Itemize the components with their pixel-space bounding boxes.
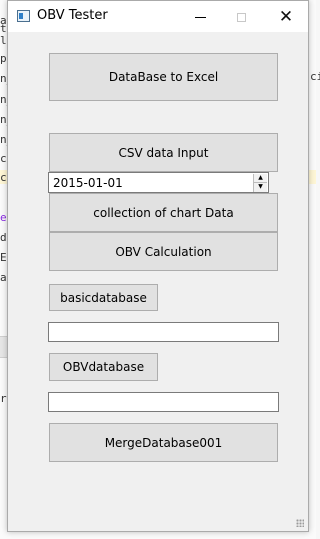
date-spinner[interactable]: ▲ ▼ <box>253 174 267 192</box>
spin-up-icon[interactable]: ▲ <box>254 174 267 183</box>
minimize-icon <box>194 16 206 18</box>
maximize-button <box>221 4 261 30</box>
resize-grip-icon[interactable] <box>296 519 304 527</box>
spin-down-icon[interactable]: ▼ <box>254 183 267 191</box>
title-bar[interactable]: OBV Tester ✕ <box>8 1 308 32</box>
obvdatabase-field[interactable] <box>48 392 279 412</box>
basicdatabase-button[interactable]: basicdatabase <box>49 284 158 311</box>
app-window-icon <box>17 10 30 22</box>
minimize-button[interactable] <box>180 4 220 30</box>
window-title: OBV Tester <box>37 8 108 23</box>
close-button[interactable]: ✕ <box>266 4 306 30</box>
mergedatabase001-button[interactable]: MergeDatabase001 <box>49 423 278 462</box>
obvdatabase-button[interactable]: OBVdatabase <box>49 353 158 381</box>
background-code-fragment: ci <box>310 70 320 83</box>
maximize-icon <box>236 12 246 22</box>
collection-of-chart-data-button[interactable]: collection of chart Data <box>49 193 278 232</box>
csv-data-input-button[interactable]: CSV data Input <box>49 133 278 172</box>
start-date-value: 2015-01-01 <box>53 176 123 190</box>
start-date-picker[interactable]: 2015-01-01 ▲ ▼ <box>48 172 269 193</box>
close-icon: ✕ <box>278 6 294 27</box>
basicdatabase-field[interactable] <box>48 322 279 342</box>
obv-calculation-button[interactable]: OBV Calculation <box>49 232 278 271</box>
database-to-excel-button[interactable]: DataBase to Excel <box>49 53 278 101</box>
obv-tester-window: OBV Tester ✕ DataBase to Excel CSV data … <box>7 0 309 532</box>
